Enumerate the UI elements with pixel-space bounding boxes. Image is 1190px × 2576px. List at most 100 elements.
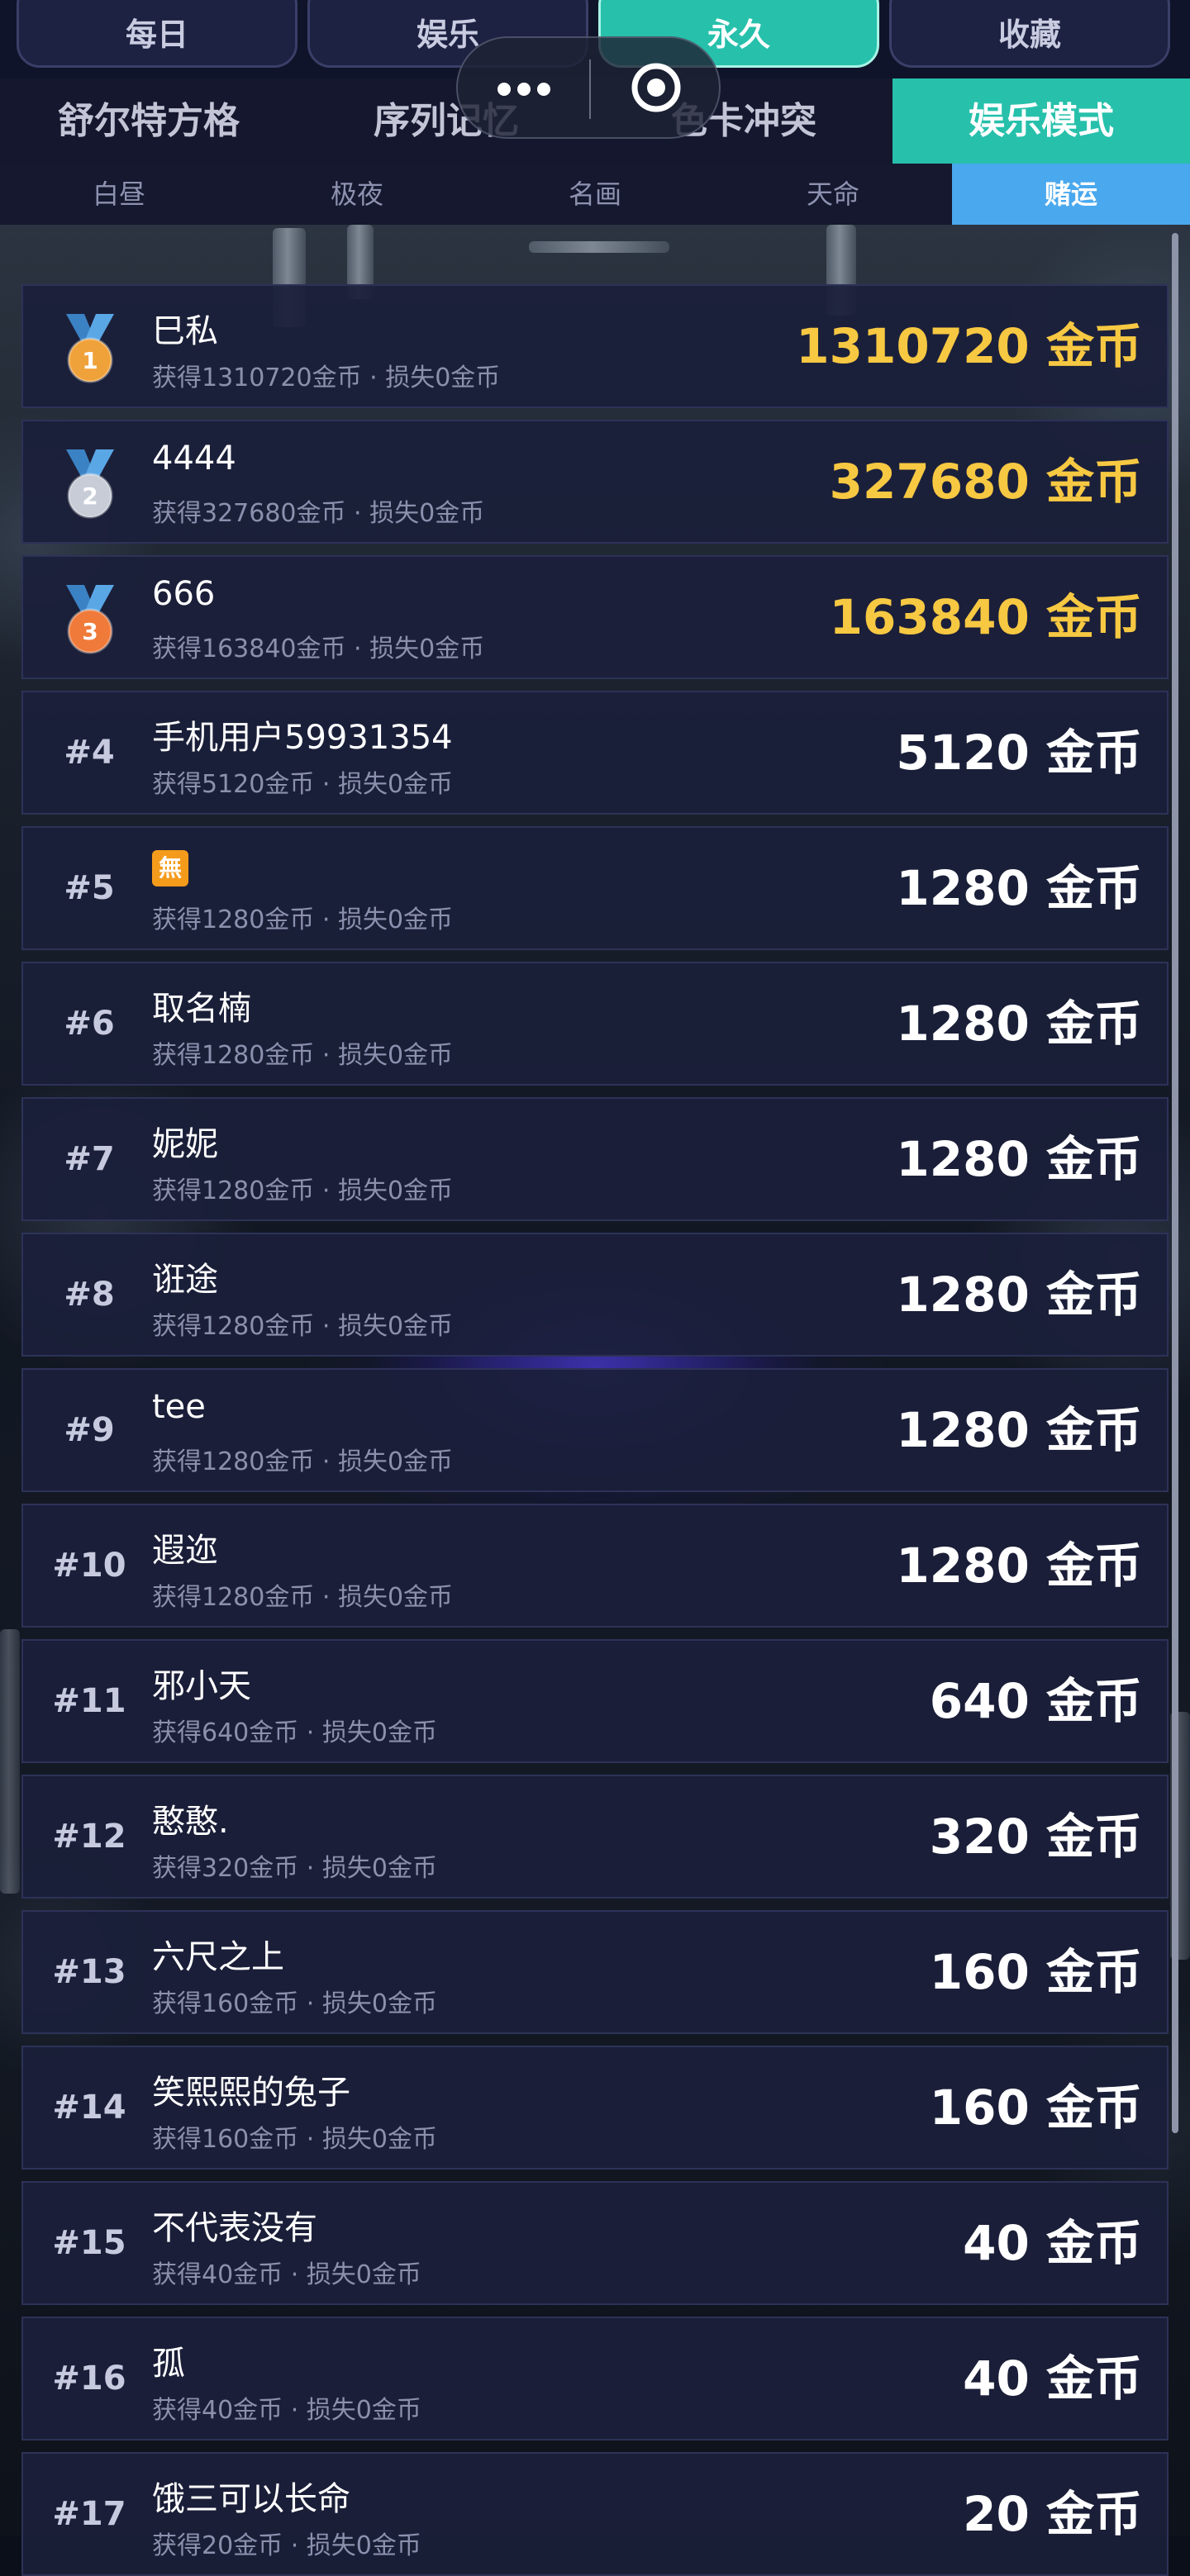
gain-loss-detail: 获得320金币 · 损失0金币	[152, 1854, 437, 1883]
player-name: 4444	[152, 440, 236, 478]
coin-amount: 1280 金币	[896, 1402, 1142, 1458]
leaderboard-row[interactable]: #11 邪小天获得640金币 · 损失0金币 640 金币	[21, 1639, 1169, 1763]
gain-loss-detail: 获得1280金币 · 损失0金币	[152, 1312, 454, 1341]
leaderboard-row[interactable]: #4 手机用户59931354 获得5120金币 · 损失0金币 5120 金币	[21, 691, 1169, 815]
coin-amount: 1280 金币	[896, 996, 1142, 1052]
gain-loss-detail: 获得1280金币 · 损失0金币	[152, 1176, 454, 1205]
leaderboard-row[interactable]: #12 憨憨. 获得320金币 · 损失0金币 320 金币	[21, 1775, 1169, 1899]
coin-amount: 327680 金币	[829, 454, 1142, 510]
player-name: tee	[152, 1388, 206, 1426]
medal-icon: 3	[60, 585, 121, 654]
mode-tab-3[interactable]: 娱乐模式	[892, 78, 1190, 164]
player-name: 取名楠	[152, 990, 251, 1028]
leaderboard-row[interactable]: #14 笑熙熙的兔子 获得160金币 · 损失0金币 160 金币	[21, 2046, 1169, 2170]
player-name: 憨憨.	[152, 1803, 229, 1841]
gain-loss-detail: 获得327680金币 · 损失0金币	[152, 499, 485, 528]
coin-amount: 1280 金币	[896, 1131, 1142, 1187]
gain-loss-detail: 获得1280金币 · 损失0金币	[152, 905, 454, 934]
coin-amount: 20 金币	[963, 2486, 1142, 2542]
scrollbar[interactable]	[1172, 233, 1178, 2133]
rank-number: #11	[52, 1682, 126, 1720]
svg-text:2: 2	[82, 482, 98, 510]
capsule-divider	[589, 59, 591, 119]
rank-number: #7	[64, 1140, 115, 1178]
leaderboard-row[interactable]: #15 不代表没有 获得40金币 · 损失0金币 40 金币	[21, 2181, 1169, 2305]
mode-tab-0[interactable]: 舒尔特方格	[0, 78, 298, 164]
sub-tab-0[interactable]: 白昼	[0, 164, 238, 225]
player-name: 诳途	[152, 1261, 218, 1299]
rank-number: #12	[52, 1818, 126, 1856]
miniprogram-capsule	[456, 36, 721, 139]
coin-amount: 40 金币	[963, 2350, 1142, 2407]
coin-amount: 160 金币	[929, 2079, 1142, 2136]
leaderboard-row[interactable]: #13 六尺之上获得160金币 · 损失0金币 160 金币	[21, 1910, 1169, 2034]
sub-tab-1[interactable]: 极夜	[238, 164, 476, 225]
rank-number: #15	[52, 2224, 126, 2262]
gain-loss-detail: 获得1280金币 · 损失0金币	[152, 1447, 454, 1476]
coin-amount: 1280 金币	[896, 1538, 1142, 1594]
coin-amount: 1280 金币	[896, 1267, 1142, 1323]
rank-number: #14	[52, 2089, 126, 2127]
gain-loss-detail: 获得5120金币 · 损失0金币	[152, 770, 454, 799]
player-name: 饿三可以长命	[152, 2480, 350, 2518]
player-name: 不代表没有	[152, 2209, 317, 2247]
leaderboard-row[interactable]: 1 巳私获得1310720金币 · 损失0金币 1310720 金币	[21, 284, 1169, 408]
rank-number: #5	[64, 869, 115, 907]
avatar-badge: 無	[152, 850, 188, 886]
player-name: 笑熙熙的兔子	[152, 2074, 350, 2112]
rank-number: #10	[52, 1547, 126, 1585]
sub-tab-bar: 白昼 极夜 名画 天命 赌运	[0, 164, 1190, 225]
leaderboard-row[interactable]: #7 妮妮获得1280金币 · 损失0金币 1280 金币	[21, 1097, 1169, 1221]
leaderboard-row[interactable]: #16 孤获得40金币 · 损失0金币 40 金币	[21, 2317, 1169, 2441]
rank-number: #6	[64, 1005, 115, 1043]
player-name: 妮妮	[152, 1125, 218, 1163]
coin-amount: 5120 金币	[896, 725, 1142, 781]
coin-amount: 160 金币	[929, 1944, 1142, 2000]
rank-number: #8	[64, 1276, 115, 1314]
player-name: 孤	[152, 2345, 185, 2383]
leaderboard-row[interactable]: 2 4444 获得327680金币 · 损失0金币 327680 金币	[21, 420, 1169, 544]
coin-amount: 40 金币	[963, 2215, 1142, 2271]
coin-amount: 1280 金币	[896, 860, 1142, 916]
svg-text:3: 3	[82, 618, 98, 645]
gain-loss-detail: 获得1280金币 · 损失0金币	[152, 1041, 454, 1070]
rank-number: #13	[52, 1953, 126, 1991]
player-name: 邪小天	[152, 1667, 251, 1705]
gain-loss-detail: 获得1280金币 · 损失0金币	[152, 1583, 454, 1612]
rank-number: #4	[64, 734, 115, 772]
svg-text:1: 1	[82, 347, 98, 374]
gain-loss-detail: 获得163840金币 · 损失0金币	[152, 634, 485, 663]
leaderboard-row[interactable]: 3 666 获得163840金币 · 损失0金币 163840 金币	[21, 555, 1169, 679]
coin-amount: 163840 金币	[829, 589, 1142, 645]
gain-loss-detail: 获得1310720金币 · 损失0金币	[152, 364, 501, 392]
leaderboard-row[interactable]: #17 饿三可以长命 获得20金币 · 损失0金币 20 金币	[21, 2452, 1169, 2576]
medal-icon: 2	[60, 449, 121, 519]
coin-amount: 320 金币	[929, 1808, 1142, 1865]
medal-icon: 1	[60, 314, 121, 383]
rank-number: #17	[52, 2495, 126, 2533]
player-name: 666	[152, 575, 216, 613]
target-close-icon[interactable]	[630, 61, 683, 114]
rank-number: #9	[64, 1411, 115, 1449]
period-tab-3[interactable]: 收藏	[889, 0, 1170, 68]
coin-amount: 1310720 金币	[796, 318, 1142, 374]
leaderboard-row[interactable]: #6 取名楠获得1280金币 · 损失0金币 1280 金币	[21, 962, 1169, 1086]
player-name: 巳私	[152, 312, 218, 350]
coin-amount: 640 金币	[929, 1673, 1142, 1729]
more-dots-icon[interactable]	[489, 71, 559, 107]
gain-loss-detail: 获得40金币 · 损失0金币	[152, 2396, 421, 2425]
sub-tab-2[interactable]: 名画	[476, 164, 714, 225]
leaderboard-row[interactable]: #10 遐迩获得1280金币 · 损失0金币 1280 金币	[21, 1504, 1169, 1628]
gain-loss-detail: 获得640金币 · 损失0金币	[152, 1718, 437, 1747]
gain-loss-detail: 获得160金币 · 损失0金币	[152, 1989, 437, 2018]
leaderboard-row[interactable]: #8 诳途获得1280金币 · 损失0金币 1280 金币	[21, 1233, 1169, 1357]
player-name: 遐迩	[152, 1532, 218, 1570]
leaderboard-row[interactable]: #5 無获得1280金币 · 损失0金币 1280 金币	[21, 826, 1169, 950]
period-tab-0[interactable]: 每日	[17, 0, 298, 68]
rank-number: #16	[52, 2360, 126, 2398]
player-name: 手机用户59931354	[152, 719, 453, 757]
sub-tab-4[interactable]: 赌运	[952, 164, 1190, 225]
player-name: 六尺之上	[152, 1938, 284, 1976]
leaderboard-row[interactable]: #9 tee 获得1280金币 · 损失0金币 1280 金币	[21, 1368, 1169, 1492]
sub-tab-3[interactable]: 天命	[714, 164, 952, 225]
